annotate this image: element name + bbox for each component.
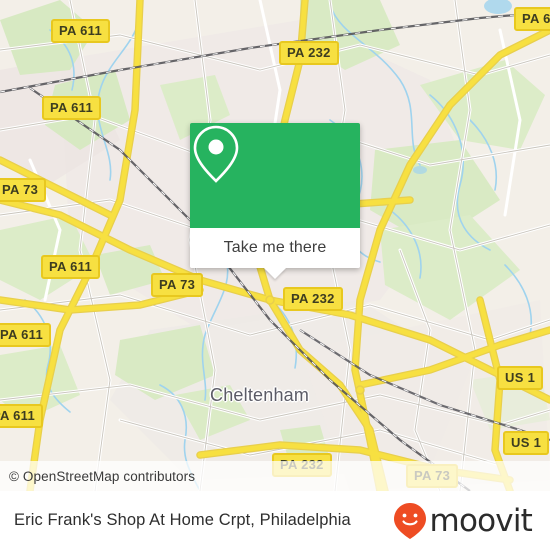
map-canvas[interactable]: PA 611 PA 232 PA 63 PA 611 PA 73 PA 611 … <box>0 0 550 491</box>
road-shield: PA 611 <box>0 323 51 347</box>
moovit-map-screenshot: PA 611 PA 232 PA 63 PA 611 PA 73 PA 611 … <box>0 0 550 550</box>
attribution-bar: © OpenStreetMap contributors <box>0 461 550 491</box>
place-title: Eric Frank's Shop At Home Crpt, Philadel… <box>14 511 351 529</box>
place-label-cheltenham: Cheltenham <box>210 385 310 405</box>
road-shield: PA 611 <box>42 96 101 120</box>
location-pin-icon <box>193 125 239 183</box>
footer-bar: Eric Frank's Shop At Home Crpt, Philadel… <box>0 491 550 550</box>
moovit-pin-smiley-icon <box>393 502 426 539</box>
road-shield: PA 232 <box>279 41 339 65</box>
road-shield: US 1 <box>497 366 544 390</box>
road-shield: PA 611 <box>41 255 100 279</box>
road-shield: PA 611 <box>51 19 110 43</box>
road-shield: PA 63 <box>514 7 550 31</box>
location-popup[interactable]: Take me there <box>190 123 360 279</box>
road-shield: PA 73 <box>151 273 204 297</box>
road-shield: PA 611 <box>0 404 43 428</box>
road-shield: PA 232 <box>283 287 343 311</box>
popup-tail-pointer <box>264 268 286 279</box>
moovit-brand[interactable]: moovit <box>393 502 533 540</box>
take-me-there-label: Take me there <box>223 239 327 256</box>
popup-header <box>190 123 360 228</box>
osm-attribution-text: © OpenStreetMap contributors <box>9 468 196 484</box>
moovit-wordmark: moovit <box>429 502 533 539</box>
popup-action-bar[interactable]: Take me there <box>190 228 360 279</box>
road-shield: US 1 <box>503 431 550 455</box>
road-shield: PA 73 <box>0 178 47 202</box>
